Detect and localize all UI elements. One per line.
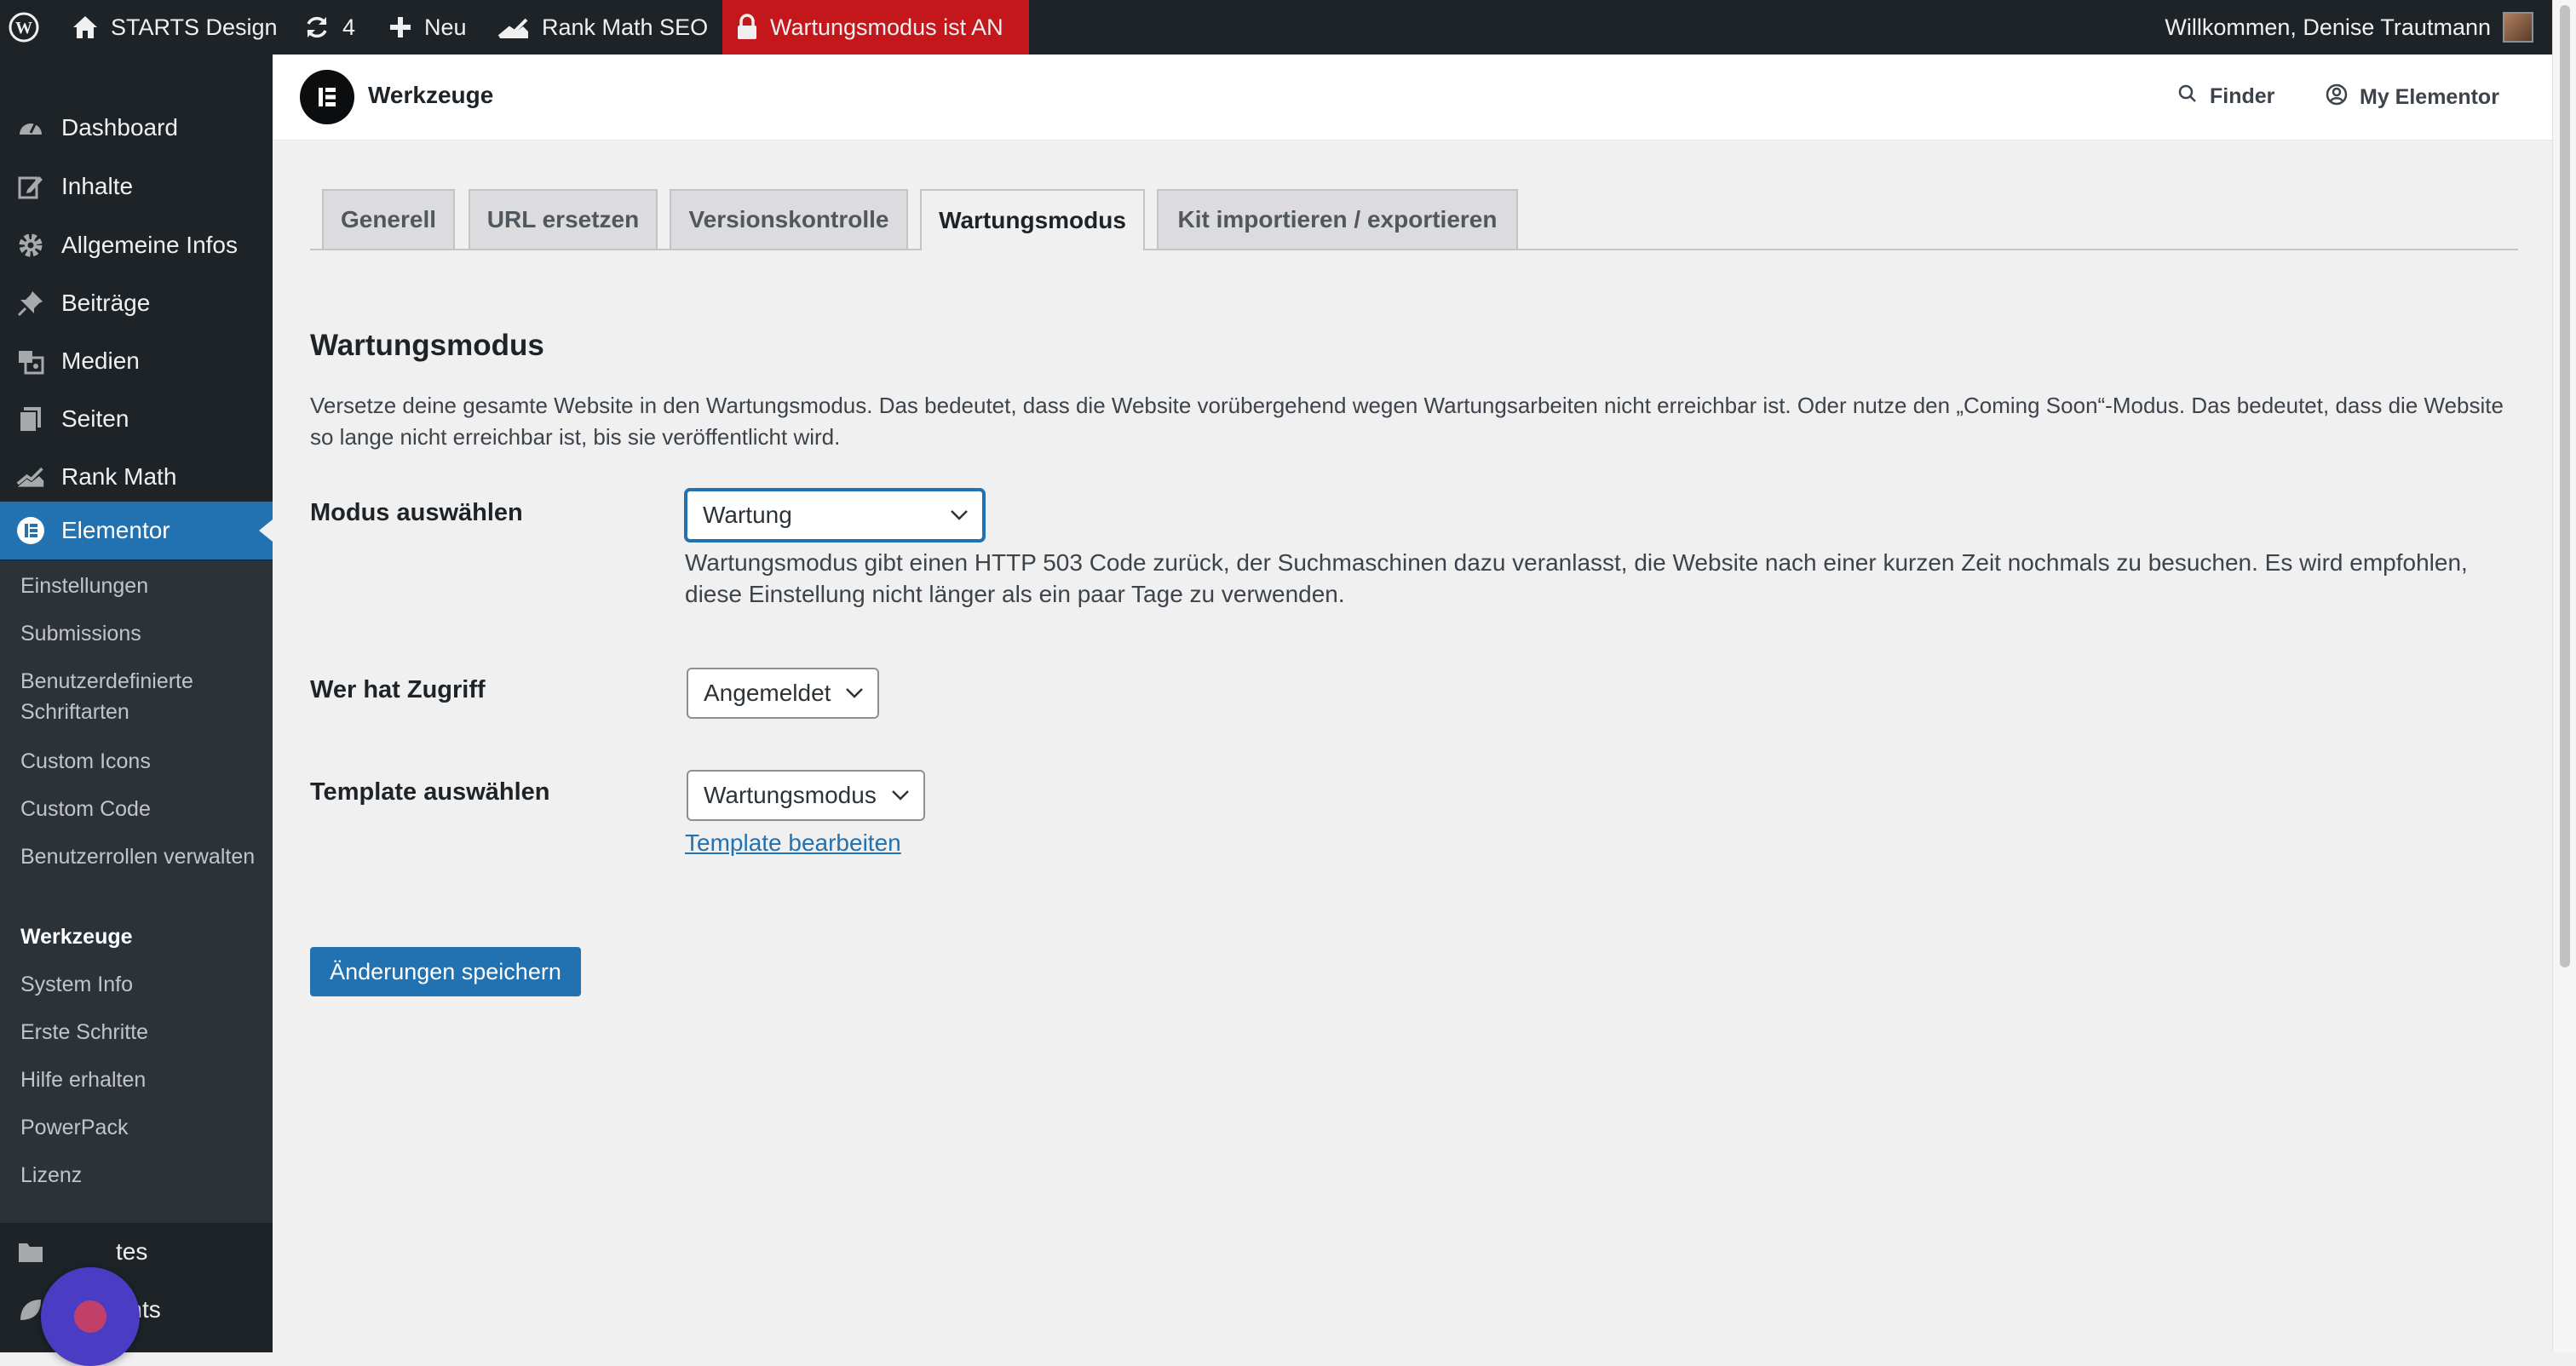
maintenance-mode-indicator[interactable]: Wartungsmodus ist AN bbox=[722, 0, 1029, 55]
avatar bbox=[2503, 12, 2533, 43]
sidebar-item-label: tes bbox=[116, 1238, 148, 1265]
sidebar-item-dashboard[interactable]: Dashboard bbox=[0, 99, 273, 157]
new-content-link[interactable]: Neu bbox=[388, 0, 467, 55]
maintenance-label: Wartungsmodus ist AN bbox=[770, 14, 1003, 40]
site-name: STARTS Design bbox=[111, 14, 278, 40]
pin-icon bbox=[15, 288, 46, 319]
submenu-item-submissions[interactable]: Submissions bbox=[20, 618, 259, 649]
sidebar-item-label: Rank Math bbox=[61, 463, 177, 490]
submenu-item-einstellungen[interactable]: Einstellungen bbox=[20, 571, 259, 601]
sidebar-item-label: Seiten bbox=[61, 405, 129, 432]
record-dot-icon bbox=[74, 1300, 106, 1333]
floating-record-button[interactable] bbox=[41, 1267, 140, 1366]
user-circle-icon bbox=[2326, 83, 2348, 112]
updates-count: 4 bbox=[342, 14, 356, 40]
submenu-item-custom-fonts[interactable]: Benutzerdefinierte Schriftarten bbox=[20, 666, 259, 727]
sidebar-item-elementor[interactable]: Elementor bbox=[0, 502, 273, 560]
chevron-down-icon bbox=[891, 789, 910, 801]
sidebar-item-beitraege[interactable]: Beiträge bbox=[0, 274, 273, 332]
submenu-item-hilfe[interactable]: Hilfe erhalten bbox=[20, 1065, 259, 1095]
sidebar-item-templates[interactable]: tes bbox=[0, 1223, 273, 1281]
my-account-link[interactable]: Willkommen, Denise Trautmann bbox=[2165, 0, 2533, 55]
admin-bar: W STARTS Design 4 Neu Rank Math SEO Wart… bbox=[0, 0, 2576, 55]
media-icon bbox=[15, 346, 46, 376]
sidebar-item-seiten[interactable]: Seiten bbox=[0, 390, 273, 448]
sidebar-item-label: Medien bbox=[61, 347, 140, 374]
plus-icon bbox=[388, 15, 412, 39]
rankmath-icon bbox=[497, 14, 530, 40]
submenu-item-system-info[interactable]: System Info bbox=[20, 969, 259, 1000]
access-select-value: Angemeldet bbox=[704, 680, 831, 706]
finder-label: Finder bbox=[2210, 84, 2275, 108]
search-icon bbox=[2177, 83, 2198, 110]
mode-label: Modus auswählen bbox=[310, 499, 523, 526]
chevron-down-icon bbox=[845, 687, 864, 699]
sidebar-item-label: Inhalte bbox=[61, 173, 134, 199]
sidebar-item-rank-math[interactable]: Rank Math bbox=[0, 448, 273, 506]
section-title: Wartungsmodus bbox=[310, 329, 544, 362]
access-label: Wer hat Zugriff bbox=[310, 676, 486, 703]
sidebar-item-allgemeine-infos[interactable]: Allgemeine Infos bbox=[0, 216, 273, 274]
page-title: Werkzeuge bbox=[368, 82, 494, 108]
home-icon bbox=[72, 14, 99, 40]
sidebar-item-label: Elementor bbox=[61, 517, 170, 543]
tab-versionskontrolle[interactable]: Versionskontrolle bbox=[670, 189, 908, 249]
finder-button[interactable]: Finder bbox=[2177, 83, 2274, 110]
sidebar-item-medien[interactable]: Medien bbox=[0, 332, 273, 390]
mode-help-text: Wartungsmodus gibt einen HTTP 503 Code z… bbox=[685, 549, 2468, 607]
tab-kit-import-export[interactable]: Kit importieren / exportieren bbox=[1157, 189, 1518, 249]
lock-icon bbox=[736, 14, 758, 41]
elementor-header: Werkzeuge Finder My Elementor bbox=[273, 55, 2552, 141]
mode-select[interactable]: Wartung bbox=[685, 489, 985, 542]
submenu-item-role-manager[interactable]: Benutzerrollen verwalten bbox=[20, 841, 259, 872]
edit-icon bbox=[15, 171, 46, 202]
updates-link[interactable]: 4 bbox=[303, 0, 355, 55]
new-label: Neu bbox=[424, 14, 467, 40]
rankmath-icon bbox=[15, 462, 46, 492]
elementor-logo-icon bbox=[300, 70, 354, 124]
tab-generell[interactable]: Generell bbox=[322, 189, 455, 249]
template-label: Template auswählen bbox=[310, 778, 550, 806]
sidebar-item-label: Allgemeine Infos bbox=[61, 232, 239, 258]
admin-sidebar: Dashboard Inhalte Allgemeine Infos Beitr… bbox=[0, 55, 273, 1366]
dashboard-icon bbox=[15, 112, 46, 143]
gear-icon bbox=[15, 230, 46, 261]
page-scrollbar[interactable] bbox=[2552, 0, 2576, 1352]
save-button[interactable]: Änderungen speichern bbox=[310, 947, 581, 996]
scrollbar-thumb[interactable] bbox=[2560, 5, 2570, 967]
rankmath-link[interactable]: Rank Math SEO bbox=[497, 0, 708, 55]
site-name-link[interactable]: STARTS Design bbox=[72, 0, 278, 55]
wordpress-logo-icon[interactable]: W bbox=[9, 0, 53, 55]
submenu-item-powerpack[interactable]: PowerPack bbox=[20, 1112, 259, 1143]
submenu-item-lizenz[interactable]: Lizenz bbox=[20, 1160, 259, 1191]
tab-wartungsmodus[interactable]: Wartungsmodus bbox=[920, 189, 1145, 250]
folder-icon bbox=[15, 1237, 46, 1267]
svg-text:W: W bbox=[15, 19, 32, 37]
chevron-down-icon bbox=[950, 509, 969, 521]
my-elementor-label: My Elementor bbox=[2360, 85, 2499, 109]
my-elementor-button[interactable]: My Elementor bbox=[2326, 83, 2499, 112]
elementor-submenu: Einstellungen Submissions Benutzerdefini… bbox=[0, 560, 273, 1223]
sidebar-item-label: Dashboard bbox=[61, 114, 178, 141]
tabs-divider bbox=[310, 249, 2518, 250]
submenu-item-custom-code[interactable]: Custom Code bbox=[20, 794, 259, 824]
section-description: Versetze deine gesamte Website in den Wa… bbox=[310, 393, 2504, 450]
submenu-item-erste-schritte[interactable]: Erste Schritte bbox=[20, 1017, 259, 1047]
pages-icon bbox=[15, 404, 46, 434]
template-select[interactable]: Wartungsmodus bbox=[687, 770, 925, 821]
submenu-item-werkzeuge[interactable]: Werkzeuge bbox=[20, 921, 259, 952]
template-select-value: Wartungsmodus bbox=[704, 782, 877, 808]
tab-url-ersetzen[interactable]: URL ersetzen bbox=[469, 189, 658, 249]
account-greeting: Willkommen, Denise Trautmann bbox=[2165, 14, 2491, 40]
edit-template-link[interactable]: Template bearbeiten bbox=[685, 829, 901, 857]
mode-select-value: Wartung bbox=[703, 502, 792, 528]
submenu-item-custom-icons[interactable]: Custom Icons bbox=[20, 746, 259, 777]
elementor-icon bbox=[15, 515, 46, 546]
rankmath-label: Rank Math SEO bbox=[542, 14, 709, 40]
refresh-icon bbox=[303, 14, 331, 41]
access-select[interactable]: Angemeldet bbox=[687, 668, 879, 719]
sidebar-item-label: Beiträge bbox=[61, 290, 151, 316]
sidebar-item-inhalte[interactable]: Inhalte bbox=[0, 158, 273, 215]
